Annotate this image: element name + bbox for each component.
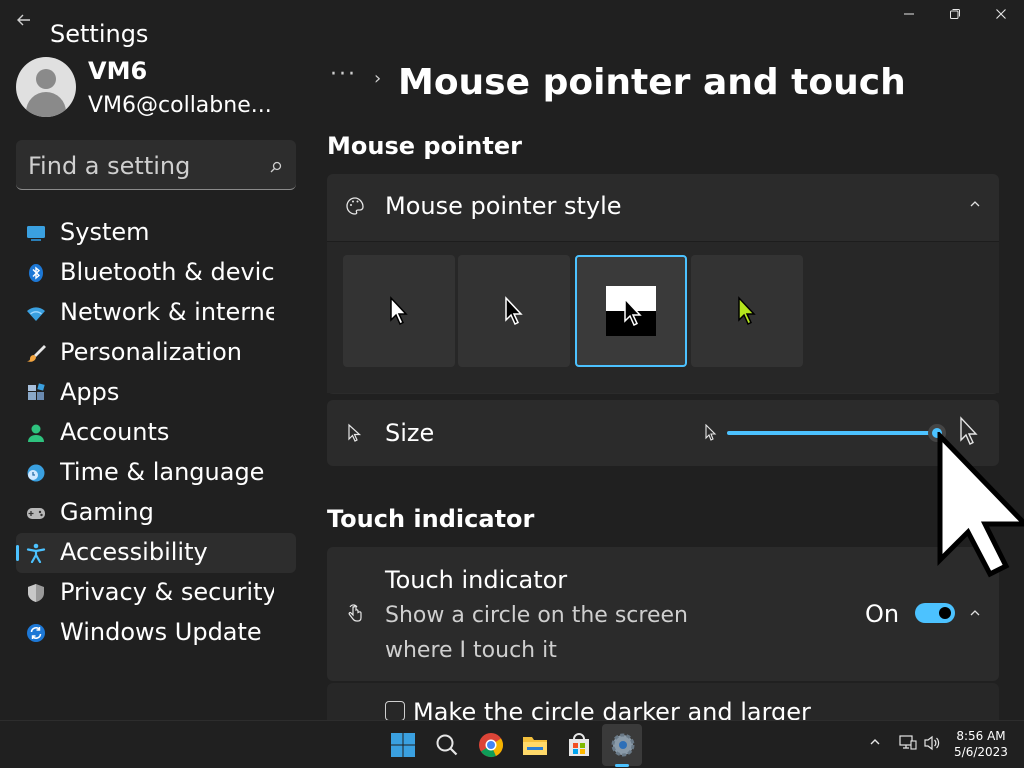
- touch-hand-icon: [345, 603, 365, 623]
- chevron-up-icon[interactable]: [969, 198, 981, 214]
- touch-indicator-state: On: [865, 600, 900, 628]
- pointer-size-slider-track[interactable]: [727, 431, 937, 435]
- sidebar-item-label: Time & language: [60, 458, 265, 486]
- shield-icon: [26, 583, 46, 603]
- section-title-touch-indicator: Touch indicator: [327, 505, 535, 533]
- sidebar-item-label: Network & interne: [60, 298, 274, 326]
- brush-icon: [26, 343, 46, 363]
- start-windows-icon[interactable]: [388, 730, 418, 760]
- microsoft-store-icon[interactable]: [564, 730, 594, 760]
- sidebar-nav: System Bluetooth & devic Network & inter…: [16, 213, 296, 653]
- back-arrow-icon[interactable]: [16, 12, 32, 28]
- selection-indicator: [16, 545, 19, 561]
- palette-icon: [345, 196, 365, 216]
- search-icon[interactable]: [270, 158, 282, 177]
- sidebar-item-label: Privacy & security: [60, 578, 274, 606]
- chrome-icon[interactable]: [476, 730, 506, 760]
- sidebar-item-network[interactable]: Network & interne: [16, 293, 296, 333]
- pointer-style-black[interactable]: [458, 255, 570, 367]
- black-pointer-icon: [505, 296, 523, 326]
- accessibility-icon: [26, 543, 46, 564]
- sidebar-item-privacy-security[interactable]: Privacy & security: [16, 573, 296, 613]
- sidebar-item-accessibility[interactable]: Accessibility: [16, 533, 296, 573]
- sidebar-item-gaming[interactable]: Gaming: [16, 493, 296, 533]
- custom-color-pointer-icon: [738, 296, 756, 326]
- monitor-icon: [26, 223, 46, 243]
- section-title-mouse-pointer: Mouse pointer: [327, 132, 522, 160]
- sidebar-item-label: Accessibility: [60, 538, 208, 566]
- mouse-pointer-style-label: Mouse pointer style: [385, 192, 622, 220]
- person-icon: [26, 423, 46, 443]
- taskbar-search-icon[interactable]: [432, 730, 462, 760]
- settings-gear-icon[interactable]: [608, 730, 638, 760]
- pointer-style-white[interactable]: [343, 255, 455, 367]
- sidebar-item-label: Gaming: [60, 498, 154, 526]
- page-title: Mouse pointer and touch: [398, 62, 906, 103]
- touch-indicator-description-line1: Show a circle on the screen: [385, 603, 688, 628]
- taskbar: 8:56 AM 5/6/2023: [0, 720, 1024, 768]
- chevron-up-icon[interactable]: [868, 735, 882, 753]
- globe-clock-icon: [26, 463, 46, 483]
- title-bar: Settings: [0, 0, 1024, 48]
- touch-indicator-toggle[interactable]: [915, 603, 955, 623]
- sidebar-item-label: Windows Update: [60, 618, 262, 646]
- close-icon[interactable]: [978, 8, 1024, 26]
- mouse-pointer-style-header[interactable]: Mouse pointer style: [327, 174, 999, 240]
- bluetooth-icon: [26, 263, 46, 283]
- profile-name: VM6: [88, 57, 148, 85]
- touch-indicator-description-line2: where I touch it: [385, 638, 557, 663]
- wifi-icon: [26, 303, 46, 323]
- sidebar-item-bluetooth[interactable]: Bluetooth & devic: [16, 253, 296, 293]
- sidebar-item-label: Bluetooth & devic: [60, 258, 274, 286]
- active-app-indicator: [615, 764, 629, 767]
- sidebar-item-label: System: [60, 218, 150, 246]
- pointer-icon: [345, 423, 365, 443]
- restore-icon[interactable]: [932, 8, 978, 26]
- sidebar-item-windows-update[interactable]: Windows Update: [16, 613, 296, 653]
- chevron-right-icon: ›: [374, 68, 382, 89]
- search-box[interactable]: Find a setting: [16, 140, 296, 190]
- app-title: Settings: [50, 20, 149, 48]
- file-explorer-icon[interactable]: [520, 730, 550, 760]
- sidebar-item-label: Apps: [60, 378, 120, 406]
- search-input[interactable]: Find a setting: [28, 152, 190, 180]
- network-icon[interactable]: [899, 735, 917, 755]
- clock-time: 8:56 AM: [956, 729, 1006, 743]
- sidebar-item-label: Accounts: [60, 418, 170, 446]
- touch-indicator-label: Touch indicator: [385, 566, 568, 594]
- chevron-up-icon[interactable]: [969, 607, 1006, 623]
- avatar[interactable]: [16, 57, 76, 117]
- large-mouse-cursor: [937, 432, 1024, 578]
- gamepad-icon: [26, 503, 46, 523]
- pointer-style-options: [327, 241, 999, 393]
- small-pointer-icon: [705, 424, 717, 441]
- volume-icon[interactable]: [923, 735, 941, 755]
- settings-window: Settings VM6 VM6@collabne... Find a sett…: [0, 0, 1024, 720]
- pointer-style-inverted[interactable]: [575, 255, 687, 367]
- sidebar-item-personalization[interactable]: Personalization: [16, 333, 296, 373]
- minimize-icon[interactable]: [886, 8, 932, 26]
- sidebar-item-time-language[interactable]: Time & language: [16, 453, 296, 493]
- profile-email: VM6@collabne...: [88, 93, 272, 118]
- update-icon: [26, 623, 46, 643]
- system-clock[interactable]: 8:56 AM 5/6/2023: [948, 728, 1014, 760]
- sidebar-item-system[interactable]: System: [16, 213, 296, 253]
- darker-circle-checkbox[interactable]: [385, 701, 405, 720]
- inverted-pointer-icon: [624, 297, 642, 327]
- white-pointer-icon: [390, 296, 408, 326]
- pointer-style-custom[interactable]: [691, 255, 803, 367]
- size-label: Size: [385, 419, 435, 447]
- apps-icon: [26, 383, 46, 403]
- sidebar-item-label: Personalization: [60, 338, 242, 366]
- breadcrumb-more-button[interactable]: ···: [330, 62, 357, 87]
- sidebar-item-apps[interactable]: Apps: [16, 373, 296, 413]
- sidebar-item-accounts[interactable]: Accounts: [16, 413, 296, 453]
- darker-circle-label: Make the circle darker and larger: [413, 698, 811, 720]
- clock-date: 5/6/2023: [954, 745, 1008, 759]
